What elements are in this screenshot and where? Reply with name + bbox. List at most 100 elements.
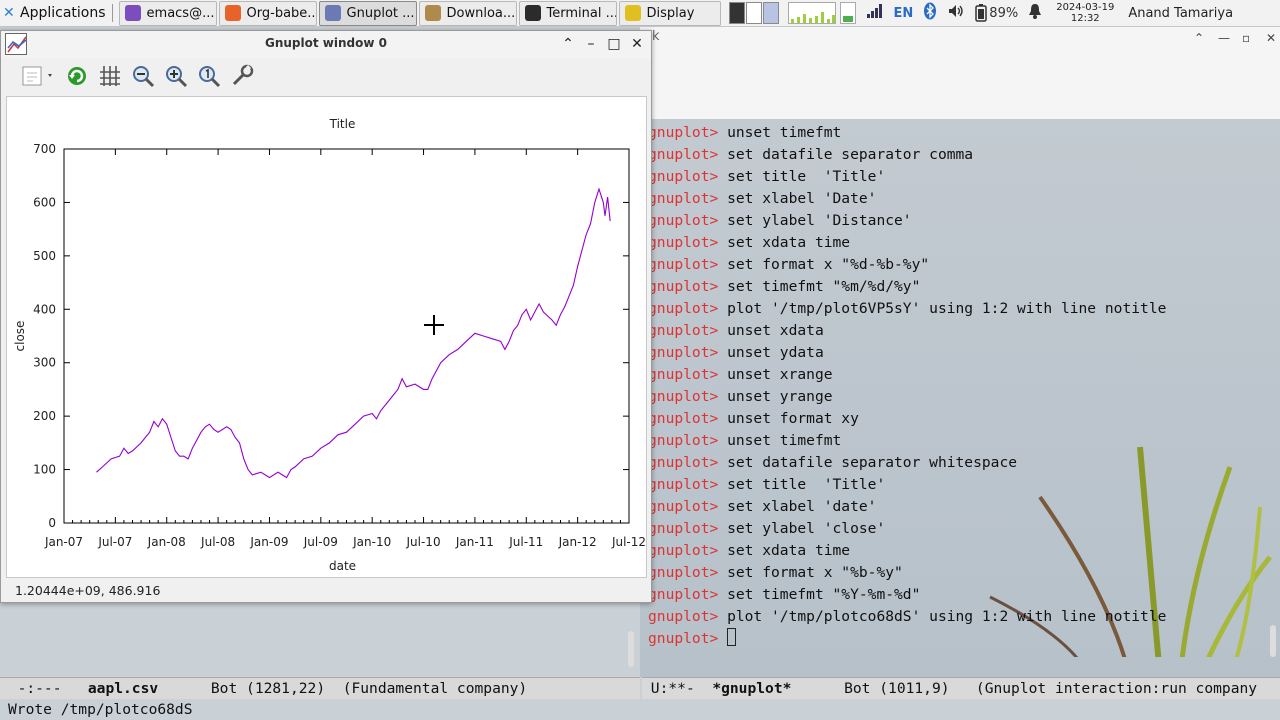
x-tick-label: Jan-07 [44,535,83,549]
text-cursor [727,628,737,646]
emacs-maximize-icon[interactable]: ⌃ [1194,31,1204,45]
left-scrollbar[interactable] [628,631,634,667]
x-tick-label: Jul-10 [406,535,441,549]
repl-prompt: gnuplot> [648,234,728,251]
right-scrollbar[interactable] [1270,625,1276,657]
repl-command: unset xrange [727,366,833,383]
repl-command: unset yrange [727,388,833,405]
repl-line: gnuplot> set timefmt "%m/%d/%y" [648,276,1166,298]
taskbar-item-label: emacs@... [146,5,215,21]
repl-command: set xdata time [727,542,851,559]
emacs-minimize-icon[interactable]: — [1218,31,1230,45]
workspace-switcher[interactable] [728,2,780,24]
close-icon[interactable]: ✕ [628,35,646,53]
right-window-gnuplot-repl[interactable]: k ⌃ — ▫ ✕ gnuplot> unset timefmt gnuplot>… [640,27,1280,677]
unzoom-button[interactable] [196,63,222,89]
repl-command: set ylabel 'close' [727,520,886,537]
repl-input-line[interactable]: gnuplot> [648,628,1166,650]
battery-indicator[interactable]: 89% [975,4,1018,22]
zoom-reset-icon [199,66,221,88]
gnuplot-repl-output[interactable]: gnuplot> unset timefmt gnuplot> set dataf… [648,122,1166,650]
notification-bell-icon[interactable] [1028,3,1042,23]
y-tick-label: 700 [33,142,56,156]
gnuplot-window[interactable]: Gnuplot window 0 ⌃ – □ ✕ Title date close 0… [0,30,652,603]
firefox-icon [224,5,241,21]
emacs-restore-icon[interactable]: ▫ [1242,31,1250,45]
repl-command: set timefmt "%Y-%m-%d" [727,586,921,603]
signal-icon[interactable] [866,3,884,23]
bluetooth-icon[interactable] [923,2,937,24]
repl-prompt: gnuplot> [648,124,728,141]
x-tick-label: Jan-11 [455,535,494,549]
minimize-icon[interactable]: – [582,35,600,53]
repl-line: gnuplot> set timefmt "%Y-%m-%d" [648,584,1166,606]
taskbar-item[interactable]: emacs@... [118,0,217,26]
settings-button[interactable] [229,63,255,89]
y-tick-label: 600 [33,195,56,209]
refresh-icon [68,67,86,85]
taskbar-item[interactable]: Org-babe... [218,0,317,26]
x-tick-label: Jul-08 [200,535,235,549]
y-tick-label: 500 [33,249,56,263]
x-tick-label: Jan-08 [147,535,186,549]
repl-prompt: gnuplot> [648,190,728,207]
repl-prompt: gnuplot> [648,454,728,471]
repl-prompt: gnuplot> [648,388,728,405]
echo-area: Wrote /tmp/plotco68dS [0,699,1280,720]
repl-command: plot '/tmp/plot6VP5sY' using 1:2 with li… [727,300,1167,317]
gnuplot-icon [324,5,341,21]
taskbar-item[interactable]: Gnuplot ... [318,0,417,26]
applications-menu[interactable]: ✕ Applications [0,0,117,27]
modeline-left-modes: (Fundamental company) [342,680,528,697]
taskbar-item[interactable]: Display [618,0,721,26]
repl-line: gnuplot> set xdata time [648,540,1166,562]
restore-icon[interactable]: □ [605,35,623,53]
emacs-icon [124,5,141,21]
repl-command: set ylabel 'Distance' [727,212,912,229]
repl-line: gnuplot> plot '/tmp/plot6VP5sY' using 1:… [648,298,1166,320]
emacs-close-icon[interactable]: ✕ [1266,31,1276,45]
workspace-1[interactable] [728,2,745,24]
repl-prompt: gnuplot> [648,322,728,339]
repl-command: set datafile separator comma [727,146,974,163]
repl-prompt: gnuplot> [648,278,728,295]
replot-button[interactable] [64,63,90,89]
zoom-next-button[interactable] [163,63,189,89]
chart[interactable]: Title date close 0 100 200 300 400 500 600 700 Jan-… [7,97,648,579]
zoom-previous-button[interactable] [130,63,156,89]
taskbar-item[interactable]: Downloa... [418,0,517,26]
volume-icon[interactable] [947,3,965,23]
keyboard-layout[interactable]: EN [894,6,914,21]
modeline-left-position: Bot (1281,22) [210,680,326,697]
repl-prompt: gnuplot> [648,300,728,317]
workspace-3[interactable] [762,2,779,24]
gnuplot-titlebar[interactable]: Gnuplot window 0 ⌃ – □ ✕ [1,31,651,58]
clock-time: 12:32 [1070,13,1100,24]
maximize-icon[interactable]: ⌃ [559,35,577,53]
taskbar-item[interactable]: Terminal ... [518,0,617,26]
repl-command: plot '/tmp/plotco68dS' using 1:2 with li… [727,608,1167,625]
gnuplot-toolbar [1,58,651,94]
repl-command: set timefmt "%m/%d/%y" [727,278,921,295]
grid-toggle-button[interactable] [97,63,123,89]
chart-title: Title [329,117,356,131]
repl-line: gnuplot> unset yrange [648,386,1166,408]
repl-line: gnuplot> unset xdata [648,320,1166,342]
repl-prompt: gnuplot> [648,542,728,559]
x-tick-label: Jul-11 [508,535,543,549]
repl-line: gnuplot> unset timefmt [648,122,1166,144]
repl-prompt: gnuplot> [648,256,728,273]
user-menu[interactable]: Anand Tamariya [1128,6,1233,21]
repl-line: gnuplot> unset ydata [648,342,1166,364]
network-monitor [839,2,856,24]
repl-line: gnuplot> set format x "%b-%y" [648,562,1166,584]
export-menu-button[interactable] [19,63,57,89]
repl-line: gnuplot> set title 'Title' [648,166,1166,188]
grid-icon [100,66,120,86]
x-tick-label: Jul-12 [611,535,646,549]
clock[interactable]: 2024-03-19 12:32 [1056,2,1114,24]
plot-canvas[interactable]: Title date close 0 100 200 300 400 500 600 700 Jan-… [6,96,647,578]
repl-command: unset xdata [727,322,824,339]
workspace-2[interactable] [745,2,762,24]
terminal-icon [524,5,541,21]
